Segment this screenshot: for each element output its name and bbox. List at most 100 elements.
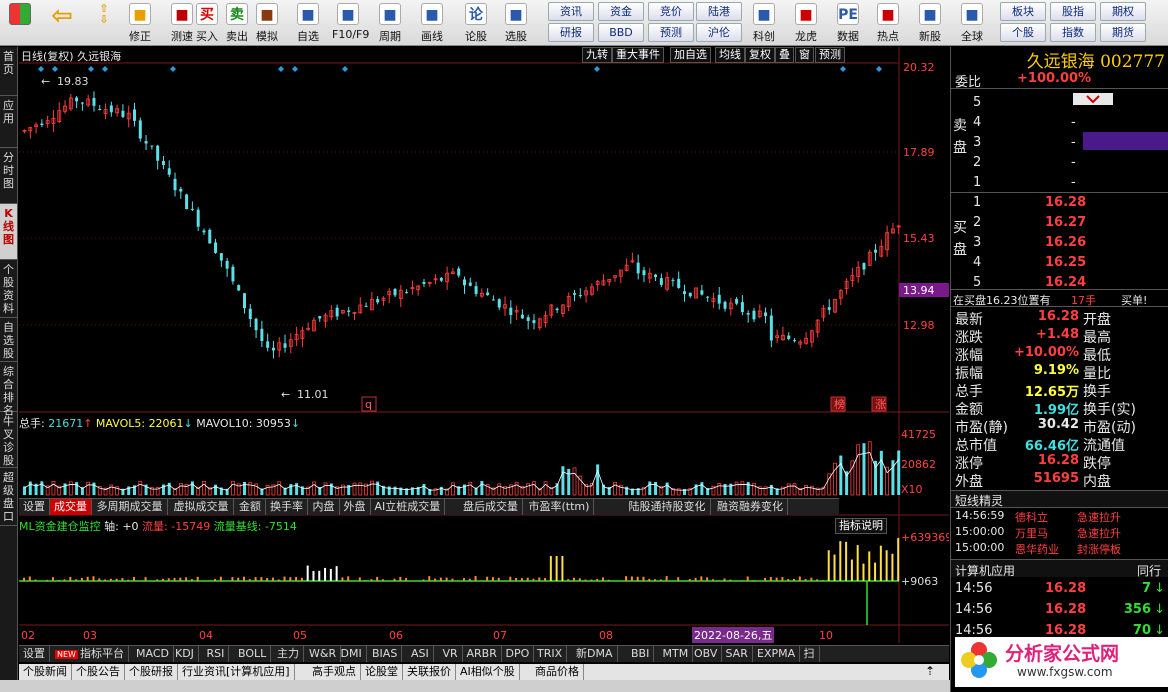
chart-tool-button[interactable]: 窗 bbox=[795, 47, 814, 63]
sell-level-row[interactable]: 5 bbox=[951, 95, 1168, 113]
indicator-tab[interactable]: 设置 bbox=[19, 646, 50, 662]
toolbar-small-button[interactable]: 资讯 bbox=[548, 2, 594, 21]
sidebar-tab[interactable]: 综合排名 bbox=[0, 362, 17, 417]
sidebar-tab[interactable]: K线图 bbox=[0, 204, 17, 260]
sidebar-tab[interactable]: 首页 bbox=[0, 47, 17, 96]
indicator-tab[interactable]: ASI bbox=[407, 646, 434, 662]
sidebar-tab[interactable]: 应用 bbox=[0, 96, 17, 148]
back-arrow-icon[interactable]: ⇦ bbox=[46, 2, 78, 44]
info-tab[interactable]: 关联报价 bbox=[403, 664, 456, 680]
info-tab[interactable]: 论股堂 bbox=[361, 664, 403, 680]
volume-tab[interactable]: 设置 bbox=[19, 499, 50, 515]
pen-button[interactable]: ■ 画线 bbox=[416, 2, 448, 44]
info-tab[interactable]: 个股新闻 bbox=[19, 664, 72, 680]
indicator-tab[interactable]: NEW 指标平台 bbox=[51, 646, 129, 662]
toolbar-small-button[interactable]: 指数 bbox=[1050, 23, 1096, 42]
app-grid-icon[interactable] bbox=[4, 2, 36, 44]
indicator-tab[interactable]: BBI bbox=[627, 646, 655, 662]
up-down-icon[interactable]: ⇧ ⇩ bbox=[88, 2, 120, 44]
volume-tab[interactable]: 成交量 bbox=[50, 499, 92, 515]
indicator-tab[interactable]: RSI bbox=[203, 646, 230, 662]
ipo-button[interactable]: ■ 新股 bbox=[914, 2, 946, 44]
sidebar-tab[interactable]: 个股资料 bbox=[0, 260, 17, 318]
buy-level-row[interactable]: 3 16.26 bbox=[951, 235, 1168, 253]
discuss-button[interactable]: 论论股 bbox=[460, 2, 492, 44]
volume-tab[interactable]: 盘后成交量 bbox=[459, 499, 523, 515]
toolbar-small-button[interactable]: 沪伦 bbox=[696, 23, 742, 42]
toolbar-small-button[interactable]: 资金 bbox=[598, 2, 644, 21]
volume-tab[interactable]: 融资融券变化 bbox=[713, 499, 788, 515]
info-tab[interactable]: 高手观点 bbox=[308, 664, 361, 680]
scroll-top-icon[interactable]: ⇡ bbox=[919, 664, 941, 680]
indicator-tab[interactable]: EXPMA bbox=[753, 646, 801, 662]
toolbar-small-button[interactable]: 研报 bbox=[548, 23, 594, 42]
volume-tab[interactable]: 虚拟成交量 bbox=[170, 499, 234, 515]
chart-tool-button[interactable]: 叠 bbox=[775, 47, 794, 63]
globe-button[interactable]: ■ 全球 bbox=[956, 2, 988, 44]
info-tab[interactable]: 个股公告 bbox=[72, 664, 125, 680]
buy-level-row[interactable]: 1 16.28 bbox=[951, 195, 1168, 213]
indicator-tab[interactable]: KDJ bbox=[171, 646, 199, 662]
toolbar-small-button[interactable]: 股指 bbox=[1050, 2, 1096, 21]
sidebar-tab[interactable]: 超级盘口 bbox=[0, 468, 17, 526]
kline-chart[interactable]: 20.32 17.89 15.43 12.98 13.94 ← 19.83 ← 11.01 q 榜 涨… bbox=[19, 47, 949, 643]
info-tab[interactable]: 商品价格 bbox=[531, 664, 584, 680]
indicator-tab[interactable]: VR bbox=[439, 646, 463, 662]
industry-header[interactable]: 计算机应用 同行 bbox=[951, 559, 1168, 578]
pe-button[interactable]: PE 数据 bbox=[832, 2, 864, 44]
indicator-tab[interactable]: TRIX bbox=[533, 646, 568, 662]
toolbar-small-button[interactable]: 陆港 bbox=[696, 2, 742, 21]
volume-tab[interactable]: 内盘 bbox=[309, 499, 340, 515]
volume-tab[interactable]: 金额 bbox=[235, 499, 266, 515]
f10-button[interactable]: ■ F10/F9 bbox=[332, 2, 369, 44]
toolbar-small-button[interactable]: 期货 bbox=[1100, 23, 1146, 42]
sell-level-row[interactable]: 1- bbox=[951, 175, 1168, 193]
sell-level-row[interactable]: 4- bbox=[951, 115, 1168, 133]
sidebar-tab[interactable]: 牛叉诊股 bbox=[0, 412, 17, 468]
volume-tab[interactable]: 陆股通持股变化 bbox=[625, 499, 711, 515]
indicator-tab[interactable]: 扫 bbox=[800, 646, 820, 662]
indicator-tab[interactable]: 主力 bbox=[273, 646, 304, 662]
chart-tool-button[interactable]: 加自选 bbox=[670, 47, 711, 63]
volume-tab[interactable]: 市盈率(ttm) bbox=[525, 499, 595, 515]
toolbar-small-button[interactable]: BBD bbox=[598, 23, 644, 42]
volume-tab[interactable]: 换手率 bbox=[266, 499, 308, 515]
chart-tool-button[interactable]: 重大事件 bbox=[612, 47, 664, 63]
sidebar-tab[interactable]: 自选股 bbox=[0, 318, 17, 362]
chart-tool-button[interactable]: 九转 bbox=[582, 47, 612, 63]
indicator-explain-button[interactable]: 指标说明 bbox=[835, 518, 887, 534]
tech-button[interactable]: ■ 科创 bbox=[748, 2, 780, 44]
buy-level-row[interactable]: 4 16.25 bbox=[951, 255, 1168, 273]
indicator-tab[interactable]: MTM bbox=[659, 646, 694, 662]
dragon-button[interactable]: ■ 龙虎 bbox=[790, 2, 822, 44]
sidebar-tab[interactable]: 分时图 bbox=[0, 148, 17, 204]
select-button[interactable]: ■ 选股 bbox=[500, 2, 532, 44]
chart-tool-button[interactable]: 预测 bbox=[815, 47, 845, 63]
indicator-tab[interactable]: ARBR bbox=[463, 646, 502, 662]
sprite-row[interactable]: 15:00:00 恩华药业 封涨停板 bbox=[951, 541, 1168, 559]
sell-level-row[interactable]: 2- bbox=[951, 155, 1168, 173]
hot-button[interactable]: ■ 热点 bbox=[872, 2, 904, 44]
toolbar-small-button[interactable]: 板块 bbox=[1000, 2, 1046, 21]
volume-tab[interactable]: 外盘 bbox=[340, 499, 371, 515]
indicator-tab[interactable]: OBV bbox=[690, 646, 723, 662]
info-tab[interactable]: AI相似个股 bbox=[456, 664, 520, 680]
refresh-button[interactable]: ■ 修正 bbox=[124, 2, 156, 44]
cycle-button[interactable]: ■ 周期 bbox=[374, 2, 406, 44]
chart-tool-button[interactable]: 均线 bbox=[715, 47, 745, 63]
sell-button[interactable]: 卖卖出 bbox=[221, 2, 253, 44]
buy-button[interactable]: 买买入 bbox=[191, 2, 223, 44]
indicator-tab[interactable]: DPO bbox=[502, 646, 535, 662]
indicator-tab[interactable]: SAR bbox=[722, 646, 753, 662]
indicator-tab[interactable]: MACD bbox=[132, 646, 174, 662]
info-tab[interactable]: 个股研报 bbox=[125, 664, 178, 680]
toolbar-small-button[interactable]: 预测 bbox=[648, 23, 694, 42]
indicator-tab[interactable]: DMI bbox=[337, 646, 367, 662]
buy-level-row[interactable]: 2 16.27 bbox=[951, 215, 1168, 233]
chart-tool-button[interactable]: 复权 bbox=[745, 47, 775, 63]
hammer-button[interactable]: ■ 模拟 bbox=[251, 2, 283, 44]
list-button[interactable]: ■ 自选 bbox=[292, 2, 324, 44]
indicator-tab[interactable]: BIAS bbox=[368, 646, 403, 662]
info-tab[interactable]: 行业资讯[计算机应用] bbox=[178, 664, 295, 680]
toolbar-small-button[interactable]: 期权 bbox=[1100, 2, 1146, 21]
